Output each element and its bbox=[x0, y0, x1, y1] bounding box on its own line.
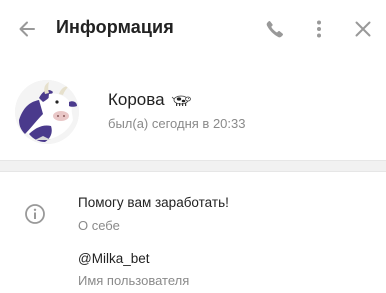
bio-label: О себе bbox=[78, 218, 120, 233]
username-text[interactable]: @Milka_bet bbox=[78, 251, 149, 266]
info-icon-wrap bbox=[24, 203, 46, 225]
call-button[interactable] bbox=[264, 18, 286, 40]
arrow-left-icon bbox=[19, 21, 35, 37]
phone-icon bbox=[266, 20, 284, 38]
close-button[interactable] bbox=[352, 18, 374, 40]
contact-name-text: Корова bbox=[108, 90, 165, 109]
info-icon bbox=[25, 204, 45, 224]
close-icon bbox=[355, 21, 371, 37]
more-vertical-icon bbox=[317, 20, 321, 38]
back-button[interactable] bbox=[16, 18, 38, 40]
header-bar: Информация bbox=[0, 0, 386, 58]
contact-name: Корова bbox=[108, 90, 192, 110]
cow-avatar-image bbox=[15, 80, 79, 144]
profile-section: Корова был(а) сегодня в 20:33 bbox=[0, 58, 386, 160]
section-divider bbox=[0, 160, 386, 172]
page-title: Информация bbox=[56, 17, 174, 37]
more-options-button[interactable] bbox=[308, 18, 330, 40]
bio-text[interactable]: Помогу вам заработать! bbox=[78, 195, 229, 210]
last-seen-status: был(а) сегодня в 20:33 bbox=[108, 116, 246, 131]
info-section: Помогу вам заработать! О себе @Milka_bet… bbox=[0, 172, 386, 293]
cow-emoji-icon bbox=[172, 95, 192, 106]
username-label: Имя пользователя bbox=[78, 273, 190, 288]
avatar[interactable] bbox=[15, 80, 79, 144]
